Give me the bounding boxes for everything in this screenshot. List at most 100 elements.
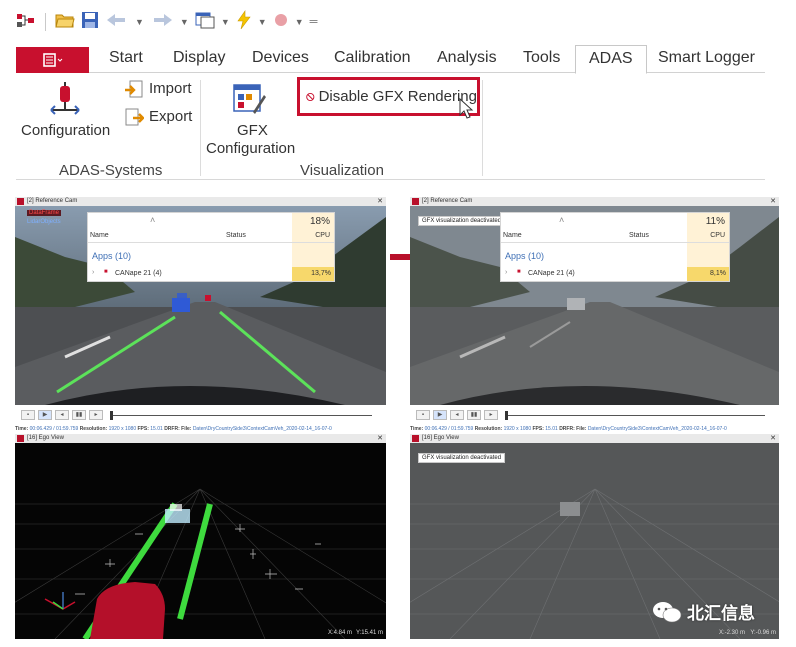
- forward-button[interactable]: ▸: [484, 410, 498, 420]
- col-status[interactable]: Status: [226, 232, 246, 239]
- drfr-label: DRFR:: [164, 426, 180, 432]
- table-row[interactable]: › ■ CANape 21 (4) 13,7%: [88, 267, 334, 281]
- stop-button[interactable]: ▪: [21, 410, 35, 420]
- col-cpu[interactable]: CPU: [710, 232, 725, 239]
- playback-controls-right: ▪ ▶ ◂ ▮▮ ▸: [410, 405, 779, 425]
- tab-adas[interactable]: ADAS: [575, 45, 647, 74]
- timeline-knob[interactable]: [505, 410, 508, 420]
- open-folder-icon[interactable]: [55, 11, 75, 34]
- file-value: Daten\DryCountrySide3\ContextCamVeh_2020…: [192, 426, 332, 432]
- play-button[interactable]: ▶: [38, 410, 52, 420]
- forward-dropdown-icon[interactable]: ▼: [180, 17, 189, 27]
- close-icon[interactable]: ✕: [377, 197, 383, 206]
- file-menu-button[interactable]: [16, 47, 89, 73]
- expand-icon[interactable]: ›: [92, 269, 94, 276]
- cpu-total: 11%: [705, 216, 725, 227]
- overlay-label: DataFrame: [27, 210, 62, 216]
- network-icon[interactable]: [16, 11, 36, 34]
- ego-view-titlebar: [16] Ego View ✕: [410, 434, 779, 443]
- save-icon[interactable]: [81, 11, 99, 34]
- ego-view-titlebar: [16] Ego View ✕: [15, 434, 386, 443]
- import-icon: [125, 80, 143, 98]
- reference-cam-panel-left: [2] Reference Cam ✕ DataFrame LidarObject…: [15, 197, 386, 405]
- fps-label: FPS:: [532, 426, 544, 432]
- tab-smart-logger[interactable]: Smart Logger: [658, 49, 755, 67]
- ego-view-title: [16] Ego View: [27, 435, 64, 441]
- back-dropdown-icon[interactable]: ▼: [135, 17, 144, 27]
- back-icon[interactable]: [105, 11, 129, 34]
- col-cpu[interactable]: CPU: [315, 232, 330, 239]
- resolution-label: Resolution:: [79, 426, 108, 432]
- collapse-icon[interactable]: ˄: [559, 215, 564, 225]
- cpu-monitor-left: ˄ 18% Name Status CPU Apps (10) › ■ CANa…: [87, 212, 335, 282]
- customize-toolbar-icon[interactable]: ═: [310, 16, 318, 28]
- watermark: 北汇信息: [652, 599, 755, 624]
- stop-button[interactable]: ▪: [416, 410, 430, 420]
- cursor-icon: [459, 98, 474, 119]
- play-button[interactable]: ▶: [433, 410, 447, 420]
- gfx-configuration-button[interactable]: GFX Configuration: [204, 80, 296, 160]
- gfx-deactivated-notice: GFX visualization deactivated: [418, 216, 506, 226]
- close-icon[interactable]: ✕: [377, 434, 383, 443]
- record-dropdown-icon[interactable]: ▼: [295, 17, 304, 27]
- no-entry-icon: [306, 92, 315, 101]
- forward-icon[interactable]: [150, 11, 174, 34]
- rewind-button[interactable]: ◂: [55, 410, 69, 420]
- canape-icon: ■: [104, 269, 108, 275]
- apps-group[interactable]: Apps (10): [92, 251, 131, 261]
- menu-icon: [42, 53, 62, 67]
- tab-tools[interactable]: Tools: [523, 49, 560, 67]
- ego-view-scene: [15, 488, 386, 639]
- playback-controls-left: ▪ ▶ ◂ ▮▮ ▸: [15, 405, 386, 425]
- gfx-config-icon: [233, 84, 266, 114]
- col-status[interactable]: Status: [629, 232, 649, 239]
- pause-button[interactable]: ▮▮: [467, 410, 481, 420]
- gfx-config-label-line1: GFX: [237, 122, 268, 139]
- close-icon[interactable]: ✕: [770, 197, 776, 206]
- tab-display[interactable]: Display: [173, 49, 225, 67]
- tab-devices[interactable]: Devices: [252, 49, 309, 67]
- coord-y: Y:15.41 m: [355, 630, 383, 636]
- timeline-slider[interactable]: [110, 410, 372, 420]
- table-row[interactable]: › ■ CANape 21 (4) 8,1%: [501, 267, 729, 281]
- col-name[interactable]: Name: [503, 232, 522, 239]
- forward-button[interactable]: ▸: [89, 410, 103, 420]
- expand-icon[interactable]: ›: [505, 269, 507, 276]
- ego-view-panel-left: [16] Ego View ✕ X:4.84 m Y:15.41 m: [15, 434, 386, 639]
- export-button[interactable]: Export: [124, 108, 196, 130]
- app-cpu: 8,1%: [710, 270, 726, 277]
- window-dropdown-icon[interactable]: ▼: [221, 17, 230, 27]
- timeline-knob[interactable]: [110, 410, 113, 420]
- toolbar-divider: [45, 13, 46, 31]
- resolution-value: 1920 x 1080: [108, 426, 137, 432]
- tab-calibration[interactable]: Calibration: [334, 49, 410, 67]
- rewind-button[interactable]: ◂: [450, 410, 464, 420]
- lightning-icon[interactable]: [236, 9, 252, 35]
- status-bar-right: Time: 00:06.429 / 01:59.759 Resolution: …: [410, 425, 779, 433]
- tab-analysis[interactable]: Analysis: [437, 49, 497, 67]
- fps-value: 15.01: [150, 426, 163, 432]
- record-icon[interactable]: [273, 11, 289, 33]
- configuration-button[interactable]: Configuration: [19, 80, 115, 144]
- lightning-dropdown-icon[interactable]: ▼: [258, 17, 267, 27]
- close-icon[interactable]: ✕: [770, 434, 776, 443]
- ribbon-body: Configuration Import Export ADAS-Systems…: [16, 74, 765, 180]
- time-value: 00:06.429 / 01:59.759: [29, 426, 79, 432]
- tab-start[interactable]: Start: [109, 49, 143, 67]
- disable-gfx-rendering-button[interactable]: Disable GFX Rendering: [297, 77, 480, 116]
- app-name: CANape 21 (4): [115, 270, 162, 277]
- watermark-text: 北汇信息: [687, 604, 755, 623]
- col-name[interactable]: Name: [90, 232, 109, 239]
- pause-button[interactable]: ▮▮: [72, 410, 86, 420]
- ribbon-tabs: Start Display Devices Calibration Analys…: [16, 44, 765, 74]
- collapse-icon[interactable]: ˄: [150, 215, 155, 225]
- window-icon[interactable]: [195, 11, 215, 34]
- reference-cam-titlebar: [2] Reference Cam ✕: [410, 197, 779, 206]
- configuration-label: Configuration: [21, 122, 111, 139]
- status-bar-left: Time: 00:06.429 / 01:59.759 Resolution: …: [15, 425, 386, 433]
- cpu-monitor-right: ˄ 11% Name Status CPU Apps (10) › ■ CANa…: [500, 212, 730, 282]
- import-button[interactable]: Import: [124, 80, 196, 102]
- time-value: 00:06.429 / 01:59.759: [424, 426, 474, 432]
- apps-group[interactable]: Apps (10): [505, 251, 544, 261]
- timeline-slider[interactable]: [505, 410, 765, 420]
